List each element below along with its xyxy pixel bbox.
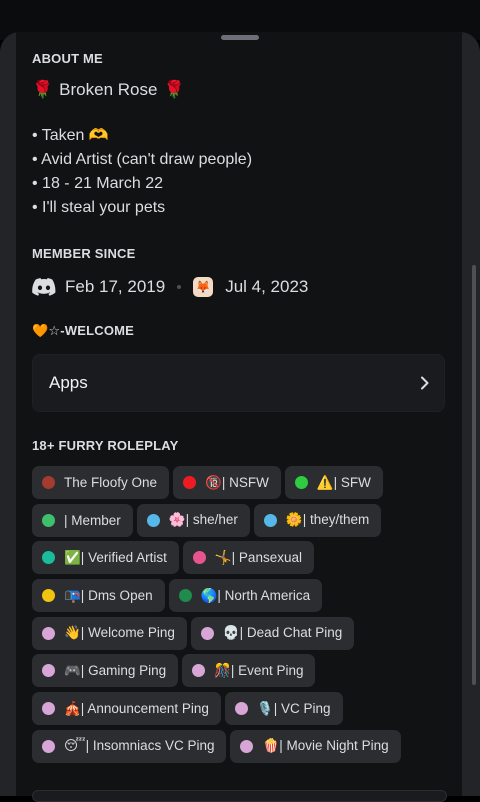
- role-label: 🌸| she/her: [168, 512, 238, 528]
- role-row: The Floofy One 🔞| NSFW ⚠️| SFW: [32, 466, 452, 499]
- role-color-dot: [42, 551, 55, 565]
- role-pill[interactable]: 🌼| they/them: [253, 503, 382, 537]
- role-color-dot: [42, 664, 55, 678]
- bio-line: • Taken 🫶: [32, 127, 109, 144]
- next-card: [32, 790, 447, 802]
- apps-label: Apps: [49, 373, 88, 392]
- role-color-dot: [42, 513, 55, 527]
- role-color-dot: [146, 513, 160, 527]
- role-pill[interactable]: 📭| Dms Open: [32, 579, 165, 613]
- role-label: 🎪| Announcement Ping: [64, 700, 209, 716]
- role-color-dot: [42, 739, 55, 753]
- role-color-dot: [183, 476, 197, 489]
- welcome-title: 🧡☆-WELCOME: [32, 323, 135, 338]
- role-label: 💀| Dead Chat Ping: [222, 625, 343, 641]
- role-row: 📭| Dms Open 🌎| North America: [32, 579, 452, 613]
- role-pill[interactable]: 🤸| Pansexual: [182, 541, 314, 575]
- role-label: 👋| Welcome Ping: [64, 625, 175, 641]
- bio: • Taken 🫶 • Avid Artist (can't draw peop…: [32, 124, 252, 220]
- role-label: The Floofy One: [64, 475, 158, 490]
- role-color-dot: [263, 513, 277, 527]
- role-row: ✅| Verified Artist 🤸| Pansexual: [32, 541, 452, 575]
- role-pill[interactable]: 🌎| North America: [168, 579, 323, 613]
- role-color-dot: [42, 626, 55, 640]
- role-pill[interactable]: 🎙️| VC Ping: [224, 692, 343, 726]
- member-since-title: MEMBER SINCE: [32, 246, 136, 261]
- role-label: 🌎| North America: [200, 587, 311, 603]
- role-pill[interactable]: 🎊| Event Ping: [182, 654, 316, 688]
- discord-icon: [32, 278, 56, 296]
- drag-handle[interactable]: [221, 35, 259, 40]
- role-color-dot: [42, 476, 55, 489]
- bio-line: • I'll steal your pets: [32, 199, 166, 216]
- role-pill[interactable]: 🎮| Gaming Ping: [32, 654, 179, 688]
- role-color-dot: [192, 664, 206, 678]
- role-label: 📭| Dms Open: [64, 587, 153, 603]
- role-color-dot: [240, 739, 254, 753]
- discord-join-date: Feb 17, 2019: [65, 277, 166, 296]
- server-icon: 🦊: [193, 277, 214, 297]
- role-color-dot: [192, 551, 206, 565]
- about-name: Broken Rose: [59, 80, 158, 99]
- server-join-date: Jul 4, 2023: [225, 277, 309, 296]
- role-pill[interactable]: 😴| Insomniacs VC Ping: [32, 729, 227, 763]
- bio-line: • Avid Artist (can't draw people): [32, 151, 253, 168]
- role-row: | Member 🌸| she/her 🌼| they/them: [32, 503, 452, 537]
- role-label: 🎙️| VC Ping: [256, 700, 331, 716]
- role-color-dot: [42, 702, 55, 716]
- about-me-title: ABOUT ME: [32, 51, 103, 66]
- role-pill[interactable]: 👋| Welcome Ping: [32, 616, 187, 650]
- role-label: ⚠️| SFW: [316, 474, 371, 490]
- role-label: 🌼| they/them: [285, 512, 370, 528]
- rose-icon: 🌹: [32, 80, 54, 99]
- role-row: 😴| Insomniacs VC Ping 🍿| Movie Night Ping: [32, 729, 452, 763]
- role-pill[interactable]: | Member: [32, 503, 133, 537]
- member-since-row: Feb 17, 2019 🦊 Jul 4, 2023: [32, 274, 308, 300]
- role-pill[interactable]: 🌸| she/her: [136, 503, 250, 537]
- role-pill[interactable]: ✅| Verified Artist: [32, 541, 179, 575]
- role-pill[interactable]: 🎪| Announcement Ping: [32, 692, 221, 726]
- role-row: 👋| Welcome Ping 💀| Dead Chat Ping: [32, 616, 452, 650]
- bio-line: • 18 - 21 March 22: [32, 175, 163, 192]
- role-pill[interactable]: 🍿| Movie Night Ping: [230, 729, 401, 763]
- role-label: 🍿| Movie Night Ping: [262, 738, 389, 754]
- about-name-line: 🌹 Broken Rose 🌹: [32, 80, 185, 100]
- role-pill[interactable]: ⚠️| SFW: [284, 466, 383, 499]
- role-label: | Member: [64, 512, 121, 528]
- role-label: 🤸| Pansexual: [214, 549, 302, 565]
- role-pill[interactable]: 🔞| NSFW: [173, 466, 281, 499]
- role-label: 🎊| Event Ping: [214, 662, 304, 678]
- apps-button[interactable]: Apps: [32, 354, 445, 412]
- role-label: 🔞| NSFW: [205, 474, 269, 490]
- role-pill[interactable]: 💀| Dead Chat Ping: [190, 616, 355, 650]
- roles-title: 18+ FURRY ROLEPLAY: [32, 438, 179, 453]
- scrollbar[interactable]: [472, 265, 476, 685]
- role-pill[interactable]: The Floofy One: [32, 466, 170, 499]
- role-color-dot: [178, 589, 192, 603]
- role-row: 🎮| Gaming Ping 🎊| Event Ping: [32, 654, 452, 688]
- role-color-dot: [200, 626, 214, 640]
- rose-icon: 🌹: [163, 80, 185, 99]
- roles-list: The Floofy One 🔞| NSFW ⚠️| SFW | Member 🌸| s…: [32, 466, 452, 768]
- role-label: 😴| Insomniacs VC Ping: [64, 738, 215, 754]
- role-label: ✅| Verified Artist: [64, 549, 167, 565]
- chevron-right-icon: [421, 376, 429, 390]
- role-color-dot: [42, 589, 55, 603]
- role-color-dot: [234, 702, 248, 716]
- role-label: 🎮| Gaming Ping: [64, 662, 167, 678]
- separator-dot: [177, 285, 182, 289]
- role-color-dot: [294, 476, 308, 489]
- role-row: 🎪| Announcement Ping 🎙️| VC Ping: [32, 692, 452, 726]
